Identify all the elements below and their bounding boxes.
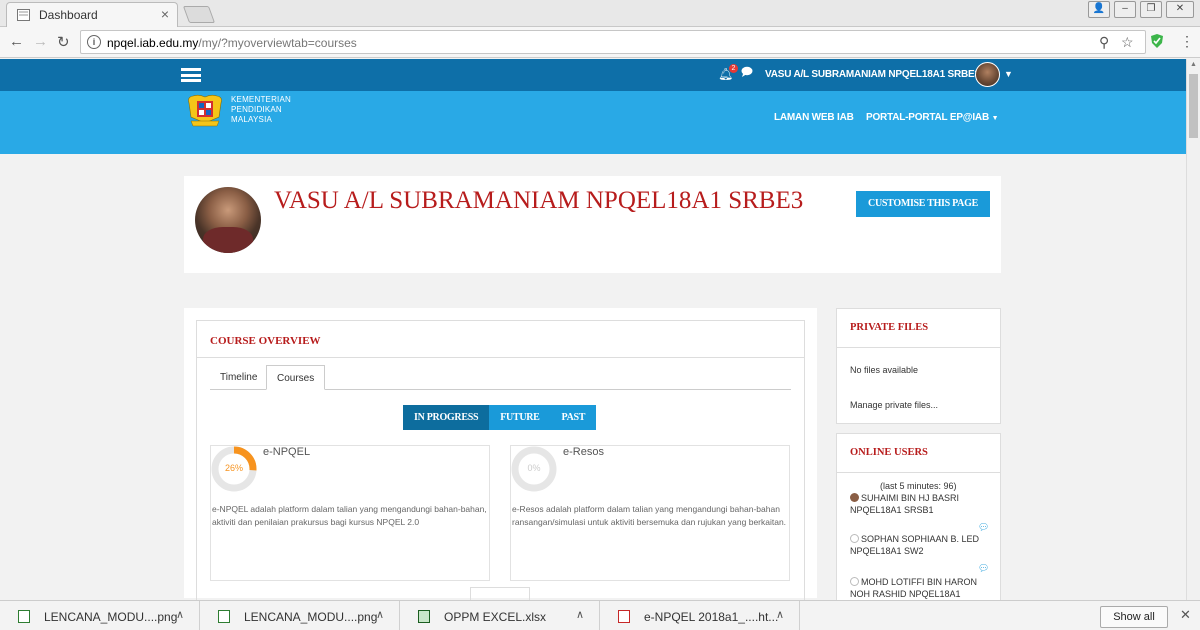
online-users-title: ONLINE USERS xyxy=(850,447,928,458)
private-files-block: PRIVATE FILES No files available Manage … xyxy=(836,308,1001,424)
minimize-icon[interactable]: – xyxy=(1114,1,1136,18)
url-path: /my/?myoverviewtab=courses xyxy=(198,36,357,50)
segment-in-progress[interactable]: IN PROGRESS xyxy=(403,405,490,430)
tab-timeline[interactable]: Timeline xyxy=(210,365,267,390)
private-files-title: PRIVATE FILES xyxy=(850,322,929,333)
user-avatar-icon xyxy=(850,577,859,586)
online-user-item[interactable]: SOPHAN SOPHIAAN B. LED NPQEL18A1 SW2 xyxy=(850,533,990,557)
hamburger-menu-icon[interactable] xyxy=(181,68,201,82)
overview-tabs: Timeline Courses xyxy=(210,365,791,390)
image-file-icon xyxy=(218,610,230,623)
bookmark-star-icon[interactable]: ☆ xyxy=(1121,34,1134,51)
excel-file-icon xyxy=(418,610,430,623)
menu-kebab-icon[interactable]: ⋮ xyxy=(1180,33,1194,50)
download-item[interactable]: OPPM EXCEL.xlsx ∧ xyxy=(400,601,600,630)
browser-tab-bar: Dashboard × 👤 – ❐ ✕ xyxy=(0,0,1200,27)
segment-past[interactable]: PAST xyxy=(550,405,597,430)
online-user-item[interactable]: SUHAIMI BIN HJ BASRI NPQEL18A1 SRSB1 xyxy=(850,492,990,516)
online-user-item[interactable]: MOHD LOTIFFI BIN HARON NOH RASHID NPQEL1… xyxy=(850,576,990,600)
restore-icon[interactable]: ❐ xyxy=(1140,1,1162,18)
close-window-icon[interactable]: ✕ xyxy=(1166,1,1194,18)
forward-arrow-icon[interactable]: → xyxy=(33,33,48,50)
course-overview-title: COURSE OVERVIEW xyxy=(210,335,321,347)
show-all-downloads-button[interactable]: Show all xyxy=(1100,606,1168,628)
course-description: e-Resos adalah platform dalam talian yan… xyxy=(512,504,787,527)
progress-label: 0% xyxy=(527,463,541,473)
chevron-up-icon[interactable]: ∧ xyxy=(176,608,184,621)
jata-negara-logo[interactable] xyxy=(185,93,225,127)
scrollbar-thumb[interactable] xyxy=(1189,74,1198,138)
user-avatar-icon xyxy=(850,534,859,543)
new-tab-button[interactable] xyxy=(182,6,216,23)
page-title: VASU A/L SUBRAMANIAM NPQEL18A1 SRBE3 xyxy=(274,187,804,214)
pagination[interactable] xyxy=(470,587,530,601)
chevron-up-icon[interactable]: ∧ xyxy=(576,608,584,621)
download-item[interactable]: e-NPQEL 2018a1_....ht... ∧ xyxy=(600,601,800,630)
image-file-icon xyxy=(18,610,30,623)
download-bar: LENCANA_MODU....png ∧ LENCANA_MODU....pn… xyxy=(0,600,1200,630)
download-item[interactable]: LENCANA_MODU....png ∧ xyxy=(0,601,200,630)
messages-icon[interactable] xyxy=(741,66,753,77)
notification-badge: 2 xyxy=(729,64,738,73)
page-icon xyxy=(17,9,30,21)
message-icon[interactable]: 💬︎ xyxy=(978,563,989,574)
message-icon[interactable]: 💬︎ xyxy=(978,522,989,533)
divider xyxy=(197,357,804,358)
download-item[interactable]: LENCANA_MODU....png ∧ xyxy=(200,601,400,630)
reload-icon[interactable]: ↻ xyxy=(57,33,70,51)
browser-tab-dashboard[interactable]: Dashboard × xyxy=(6,2,178,27)
nav-portal-dropdown[interactable]: PORTAL-PORTAL EP@IAB ▼ xyxy=(866,112,999,123)
chevron-up-icon[interactable]: ∧ xyxy=(376,608,384,621)
tab-close-icon[interactable]: × xyxy=(161,6,169,22)
caret-down-icon[interactable]: ▼ xyxy=(1004,69,1013,79)
site-banner: KEMENTERIAN PENDIDIKAN MALAYSIA LAMAN WE… xyxy=(0,91,1186,154)
caret-down-icon: ▼ xyxy=(991,115,999,122)
course-overview-block: COURSE OVERVIEW Timeline Courses IN PROG… xyxy=(196,320,805,610)
zoom-icon[interactable]: ⚲ xyxy=(1099,34,1109,51)
course-description: e-NPQEL adalah platform dalam talian yan… xyxy=(212,504,487,527)
user-avatar-icon xyxy=(850,493,859,502)
shield-extension-icon[interactable] xyxy=(1150,33,1164,49)
profile-photo xyxy=(195,187,261,253)
back-arrow-icon[interactable]: ← xyxy=(9,33,24,50)
tab-title: Dashboard xyxy=(39,8,98,22)
divider xyxy=(837,472,1000,473)
manage-private-files-link[interactable]: Manage private files... xyxy=(850,400,938,410)
divider xyxy=(837,347,1000,348)
site-info-icon[interactable]: i xyxy=(87,35,101,49)
url-host: npqel.iab.edu.my xyxy=(107,36,199,50)
site-top-nav: 🔔︎ 2 VASU A/L SUBRAMANIAM NPQEL18A1 SRBE… xyxy=(0,59,1186,91)
page-scrollbar[interactable]: ▲ xyxy=(1186,59,1200,600)
user-menu-name[interactable]: VASU A/L SUBRAMANIAM NPQEL18A1 SRBE3 xyxy=(765,69,980,80)
course-card-e-npqel[interactable]: 26% e-NPQEL e-NPQEL adalah platform dala… xyxy=(210,445,490,581)
close-download-bar-icon[interactable]: ✕ xyxy=(1180,607,1191,623)
profile-icon[interactable]: 👤 xyxy=(1088,1,1110,18)
segment-future[interactable]: FUTURE xyxy=(489,405,551,430)
scroll-up-arrow-icon[interactable]: ▲ xyxy=(1190,61,1197,68)
no-files-text: No files available xyxy=(850,365,919,375)
tab-courses[interactable]: Courses xyxy=(266,365,326,390)
online-users-count: (last 5 minutes: 96) xyxy=(880,481,957,491)
course-title[interactable]: e-NPQEL xyxy=(263,446,310,458)
customise-page-button[interactable]: CUSTOMISE THIS PAGE xyxy=(856,191,990,217)
ministry-name: KEMENTERIAN PENDIDIKAN MALAYSIA xyxy=(231,95,291,124)
chevron-up-icon[interactable]: ∧ xyxy=(776,608,784,621)
course-filter-segments: IN PROGRESS FUTURE PAST xyxy=(403,405,597,430)
nav-laman-web-iab[interactable]: LAMAN WEB IAB xyxy=(774,112,854,123)
profile-header: VASU A/L SUBRAMANIAM NPQEL18A1 SRBE3 CUS… xyxy=(184,176,1001,273)
online-users-block: ONLINE USERS (last 5 minutes: 96) SUHAIM… xyxy=(836,433,1001,603)
user-avatar[interactable] xyxy=(975,62,1000,87)
url-input[interactable]: i npqel.iab.edu.my/my/?myoverviewtab=cou… xyxy=(80,30,1146,54)
course-title[interactable]: e-Resos xyxy=(563,446,604,458)
html-file-icon xyxy=(618,610,630,623)
progress-label: 26% xyxy=(224,463,243,473)
course-card-e-resos[interactable]: 0% e-Resos e-Resos adalah platform dalam… xyxy=(510,445,790,581)
address-bar: ← → ↻ i npqel.iab.edu.my/my/?myoverviewt… xyxy=(0,27,1200,58)
main-region: COURSE OVERVIEW Timeline Courses IN PROG… xyxy=(184,308,817,610)
